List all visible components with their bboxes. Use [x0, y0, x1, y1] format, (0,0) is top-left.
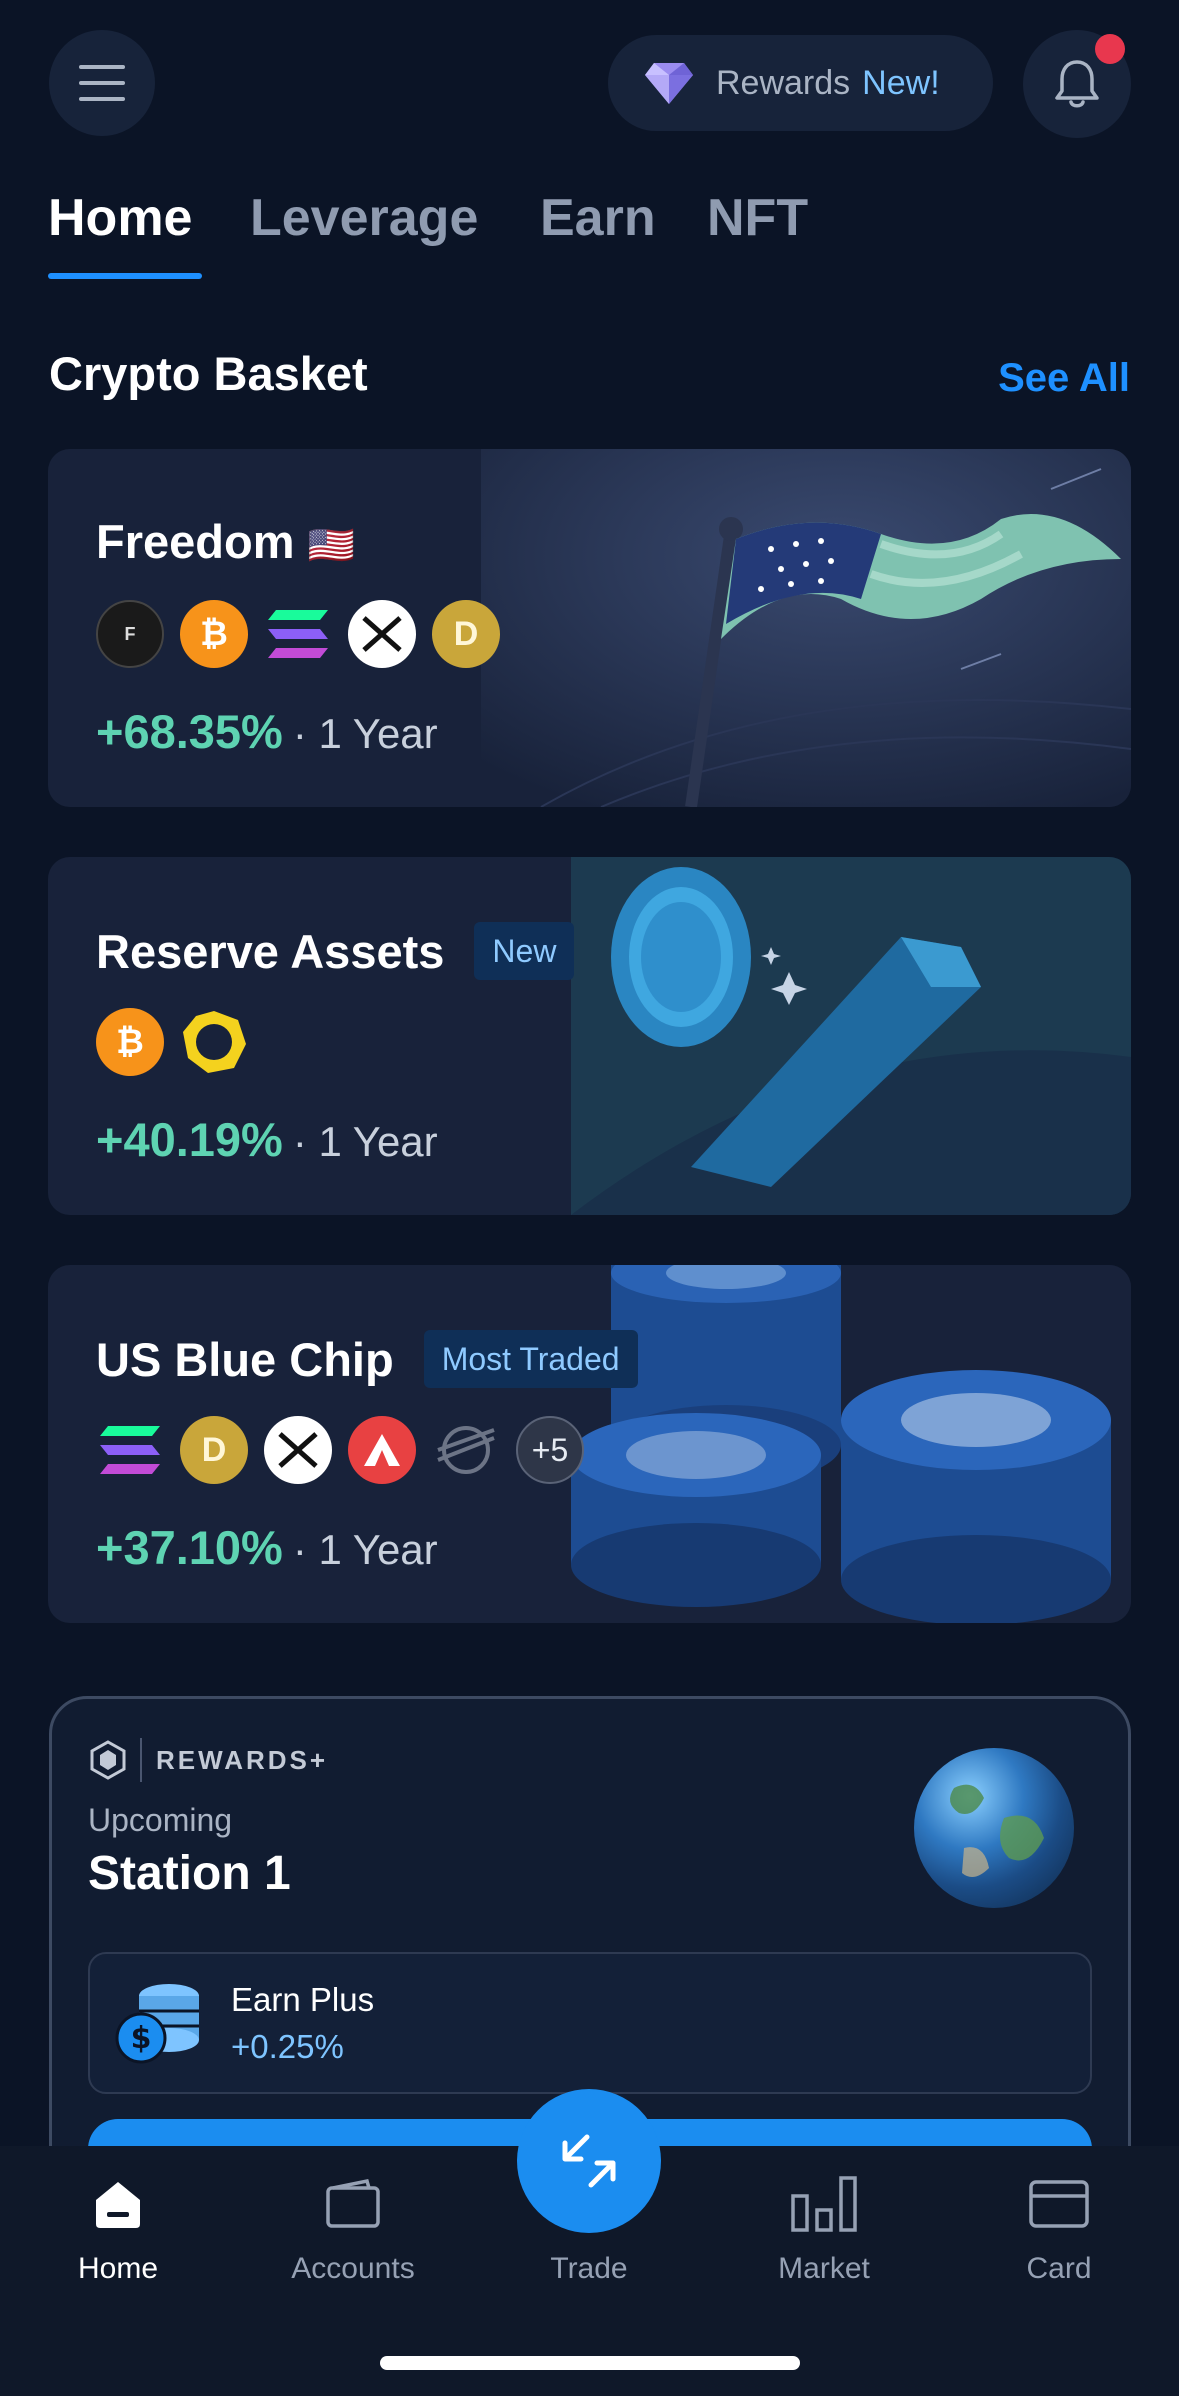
coin-list: F ₿ D	[96, 600, 500, 668]
dogecoin-icon: D	[180, 1416, 248, 1484]
notification-dot	[1095, 34, 1125, 64]
basket-period: · 1 Year	[292, 710, 438, 757]
nav-label: Trade	[550, 2252, 628, 2285]
svg-text:$: $	[131, 2021, 152, 2056]
coin-list: ₿	[96, 1008, 248, 1076]
basket-tag-most-traded: Most Traded	[423, 1330, 638, 1388]
avalanche-icon	[348, 1416, 416, 1484]
basket-card-freedom[interactable]: Freedom 🇺🇸 F ₿ D +68.35% · 1 Year	[48, 449, 1131, 807]
tab-earn[interactable]: Earn	[540, 188, 656, 248]
upcoming-label: Upcoming	[88, 1802, 233, 1838]
cro-logo-icon	[90, 1740, 126, 1780]
stellar-icon	[432, 1416, 500, 1484]
nav-accounts[interactable]: Accounts	[263, 2170, 443, 2286]
bitcoin-icon: ₿	[180, 600, 248, 668]
dollar-coins-icon: $	[113, 1978, 205, 2069]
bar-chart-icon	[791, 2176, 857, 2232]
see-all-link[interactable]: See All	[998, 356, 1130, 401]
rewards-plus-brand: REWARDS+	[90, 1738, 328, 1782]
hamburger-icon	[79, 65, 125, 101]
basket-tag-new: New	[474, 922, 575, 980]
tab-nft[interactable]: NFT	[707, 188, 808, 248]
rewards-plus-label: REWARDS+	[156, 1744, 329, 1775]
fight-coin-icon: F	[96, 600, 164, 668]
earn-plus-value: +0.25%	[231, 2028, 344, 2065]
us-flag-icon: 🇺🇸	[307, 525, 355, 567]
earth-icon	[914, 1748, 1074, 1908]
basket-name: Freedom	[96, 515, 295, 568]
credit-card-icon	[1029, 2180, 1089, 2228]
basket-return: +68.35%	[96, 705, 283, 758]
xrp-icon	[348, 600, 416, 668]
basket-return: +37.10%	[96, 1521, 283, 1574]
stamp-illustration	[571, 857, 1131, 1215]
basket-name: Reserve Assets	[96, 924, 445, 978]
nav-home[interactable]: Home	[28, 2170, 208, 2286]
wallet-icon	[326, 2178, 380, 2228]
nav-market[interactable]: Market	[734, 2170, 914, 2286]
nav-label: Home	[77, 2252, 159, 2285]
dogecoin-icon: D	[432, 600, 500, 668]
nav-trade[interactable]: Trade	[499, 2170, 679, 2286]
solana-icon	[96, 1416, 164, 1484]
solana-icon	[264, 600, 332, 668]
menu-button[interactable]	[49, 30, 155, 136]
basket-period: · 1 Year	[292, 1526, 438, 1573]
nav-label: Accounts	[291, 2252, 415, 2285]
rewards-new-badge: New!	[862, 63, 940, 102]
basket-return: +40.19%	[96, 1113, 283, 1166]
nav-label: Card	[1026, 2252, 1092, 2285]
basket-name: US Blue Chip	[96, 1332, 394, 1386]
nav-card[interactable]: Card	[969, 2170, 1149, 2286]
earn-plus-title: Earn Plus	[231, 1981, 375, 2018]
nav-label: Market	[778, 2252, 870, 2285]
more-coins-badge: +5	[516, 1416, 584, 1484]
chips-illustration	[571, 1265, 1131, 1623]
home-icon	[96, 2182, 140, 2228]
earn-plus-row[interactable]	[88, 1952, 1092, 2094]
rewards-button[interactable]: Rewards New!	[608, 35, 993, 131]
home-indicator	[380, 2356, 800, 2370]
xrp-icon	[264, 1416, 332, 1484]
tab-home[interactable]: Home	[48, 188, 192, 248]
coin-list: D +5	[96, 1416, 584, 1484]
bell-icon	[1055, 60, 1099, 108]
tab-leverage[interactable]: Leverage	[250, 188, 478, 248]
flag-illustration	[481, 449, 1131, 807]
paxg-icon	[180, 1008, 248, 1076]
diamond-icon	[645, 63, 693, 104]
section-title: Crypto Basket	[49, 347, 368, 400]
bitcoin-icon: ₿	[96, 1008, 164, 1076]
rewards-label: Rewards	[716, 63, 851, 102]
basket-period: · 1 Year	[292, 1118, 438, 1165]
station-title: Station 1	[88, 1847, 291, 1900]
active-tab-indicator	[48, 273, 202, 279]
brand-separator	[140, 1738, 142, 1782]
basket-card-us-blue-chip[interactable]: US Blue Chip Most Traded D +5 +37.10% · 1…	[48, 1265, 1131, 1623]
basket-card-reserve-assets[interactable]: Reserve Assets New ₿ +40.19% · 1 Year	[48, 857, 1131, 1215]
